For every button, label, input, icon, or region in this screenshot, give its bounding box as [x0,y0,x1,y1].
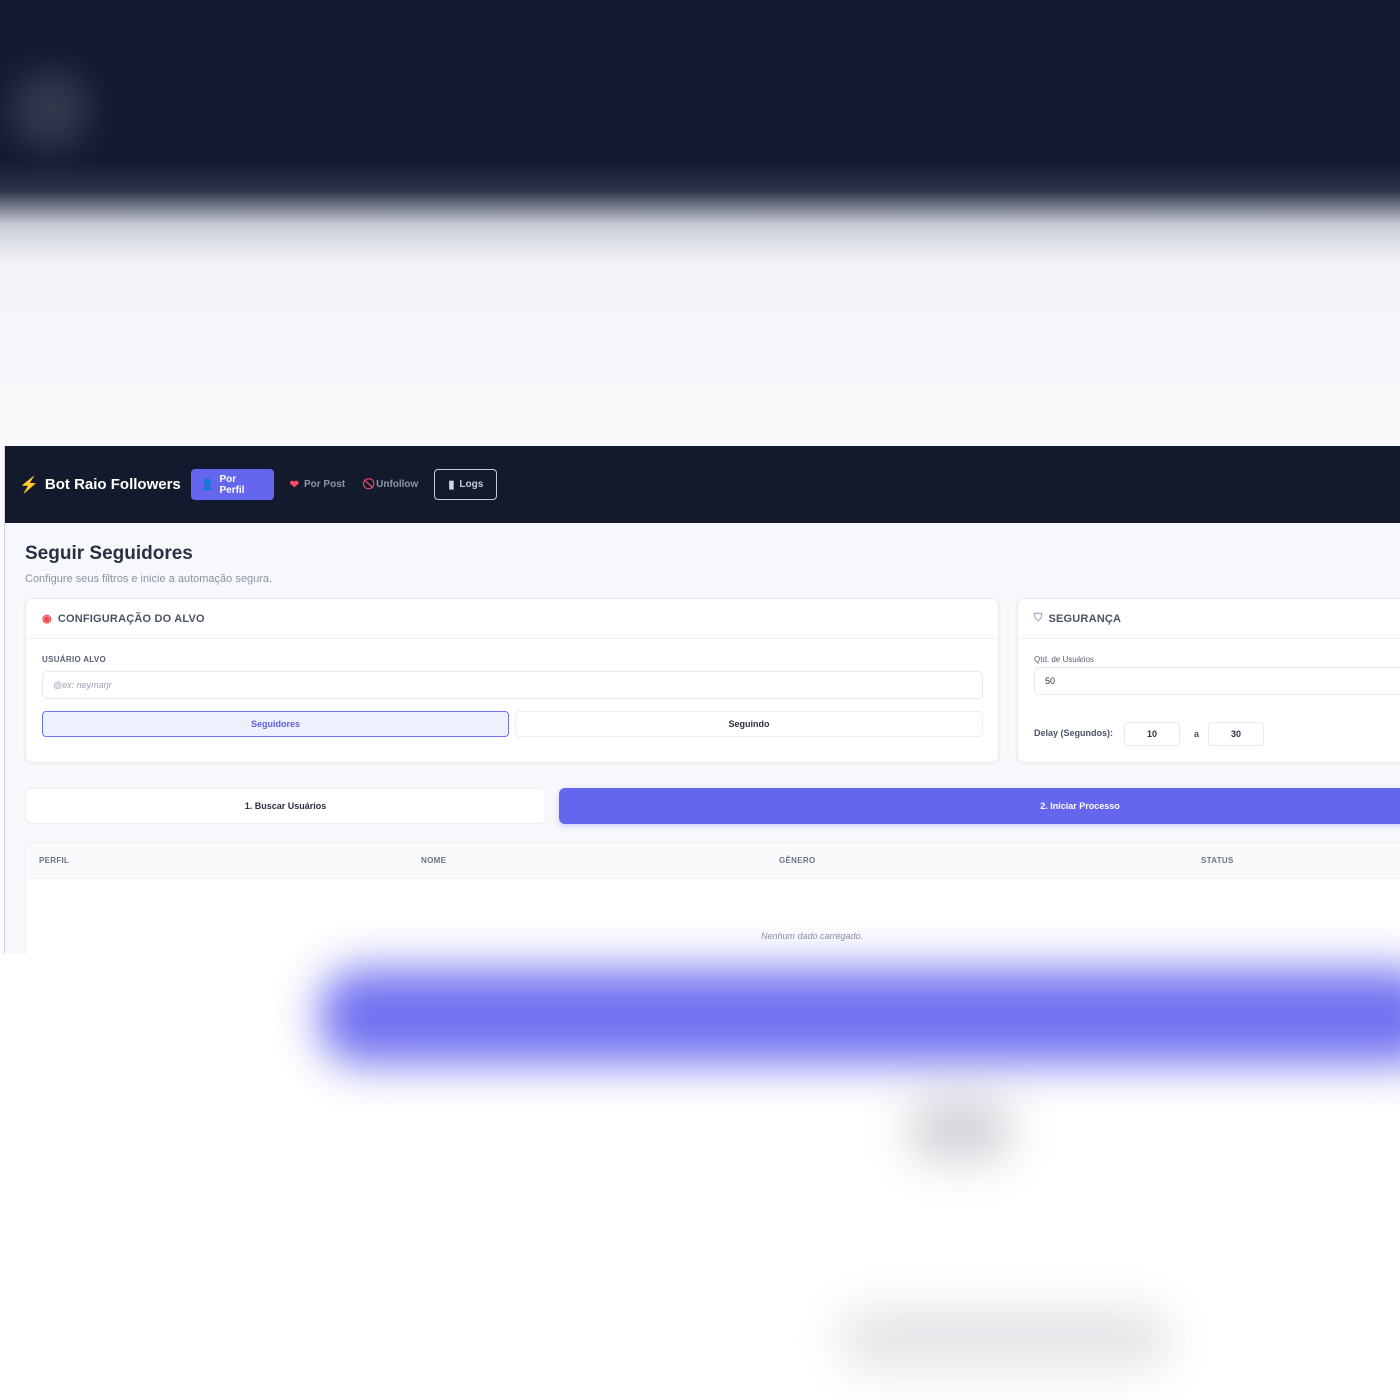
top-navbar: ⚡ Bot Raio Followers 👤 Por Perfil ❤ Por … [5,446,1400,523]
heart-icon: ❤ [289,479,299,491]
delay-min-value: 10 [1146,729,1157,739]
results-table: PERFIL NOME GÊNERO STATUS Nenhum dado ca… [25,842,1400,954]
main-content: Seguir Seguidores Configure seus filtros… [5,523,1400,585]
target-config-card: ◉ CONFIGURAÇÃO DO ALVO USUÁRIO ALVO @ex:… [25,598,999,763]
start-process-button[interactable]: 2. Iniciar Processo [559,788,1400,824]
target-user-label: USUÁRIO ALVO [42,655,107,664]
user-icon: 👤 [200,479,215,491]
delay-max-value: 30 [1230,729,1241,739]
column-header-status: STATUS [1201,856,1234,865]
mode-followers-button[interactable]: Seguidores [42,711,509,737]
nav-tab-por-post[interactable]: ❤ Por Post [280,469,355,500]
card-title: SEGURANÇA [1048,612,1122,625]
delay-min-input[interactable]: 10 [1124,722,1180,746]
shield-icon: ⛉ [1034,612,1043,624]
blurred-button-shape [320,969,1400,1064]
qty-users-label: Qtd. de Usuários [1034,655,1095,664]
app-window: ⚡ Bot Raio Followers 👤 Por Perfil ❤ Por … [4,446,1400,954]
blurred-shape [905,1094,1015,1164]
nav-tab-por-perfil[interactable]: 👤 Por Perfil [190,469,274,500]
delay-label: Delay (Segundos): [1034,728,1114,738]
nav-tab-logs[interactable]: ▮ Logs [434,469,498,500]
column-header-perfil: PERFIL [39,856,70,865]
target-user-placeholder: @ex: neymarjr [53,680,112,690]
mode-following-button[interactable]: Seguindo [515,711,983,737]
card-header: ◉ CONFIGURAÇÃO DO ALVO [26,599,998,639]
nav-tab-label: Unfollow [376,479,419,490]
column-header-nome: NOME [421,856,447,865]
qty-users-input[interactable]: 50 [1034,667,1400,695]
blurred-shape [10,70,90,150]
target-icon: ◉ [42,613,52,625]
table-header: PERFIL NOME GÊNERO STATUS [26,843,1400,879]
nav-tab-label: Logs [459,479,484,490]
blurred-shape [840,1309,1170,1369]
column-header-genero: GÊNERO [779,856,816,865]
lightning-icon: ⚡ [19,476,39,494]
blurred-backdrop-bottom [0,954,1400,1400]
empty-table-message: Nenhum dado carregado. [760,931,864,941]
nav-tab-label: Por Perfil [219,473,245,496]
brand-title: Bot Raio Followers [44,476,181,493]
nav-tab-label: Por Post [303,479,346,490]
screenshot-stage: ⚡ Bot Raio Followers 👤 Por Perfil ❤ Por … [0,0,1400,1400]
card-title: CONFIGURAÇÃO DO ALVO [57,612,205,625]
delay-max-input[interactable]: 30 [1208,722,1264,746]
security-card: ⛉ SEGURANÇA Qtd. de Usuários 50 Delay (S… [1017,598,1400,763]
blurred-backdrop-top [0,0,1400,445]
book-icon: ▮ [448,479,455,491]
delay-separator: a [1194,729,1200,739]
qty-users-value: 50 [1045,676,1056,686]
brand: ⚡ Bot Raio Followers [19,475,181,495]
page-title: Seguir Seguidores [25,543,193,564]
nav-tab-unfollow[interactable]: ⃠ Unfollow [361,469,428,500]
search-users-button[interactable]: 1. Buscar Usuários [25,788,546,824]
page-subtitle: Configure seus filtros e inicie a automa… [25,573,273,585]
card-header: ⛉ SEGURANÇA [1018,599,1400,639]
target-user-input[interactable]: @ex: neymarjr [42,671,983,699]
